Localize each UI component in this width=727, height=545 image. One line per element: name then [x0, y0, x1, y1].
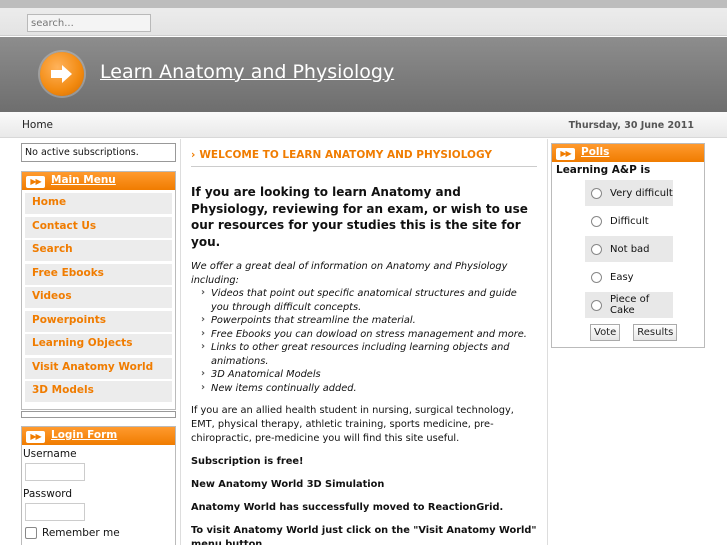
breadcrumb: Home Thursday, 30 June 2011 — [0, 112, 727, 138]
polls-header: ▶▶ Polls — [552, 144, 704, 162]
menu-item-home[interactable]: Home — [25, 193, 172, 214]
main-menu-list: Home Contact Us Search Free Ebooks Video… — [22, 190, 175, 409]
poll-option[interactable]: Difficult — [585, 208, 673, 234]
poll-option-label: Very difficult — [610, 187, 673, 199]
radio-button[interactable] — [591, 299, 602, 311]
remember-me-label: Remember me — [42, 527, 120, 539]
main-menu-header: ▶▶ Main Menu — [22, 172, 175, 190]
login-form-module: ▶▶ Login Form Username Password Remember … — [21, 426, 176, 545]
poll-option[interactable]: Easy — [585, 264, 673, 290]
site-title-link[interactable]: Learn Anatomy and Physiology — [100, 61, 394, 83]
list-item: Videos that point out specific anatomica… — [201, 286, 537, 314]
site-header: Learn Anatomy and Physiology — [0, 37, 727, 112]
feature-list: Videos that point out specific anatomica… — [201, 286, 537, 396]
menu-item-search[interactable]: Search — [25, 240, 172, 261]
offer-text: We offer a great deal of information on … — [191, 261, 508, 286]
username-label: Username — [23, 448, 77, 460]
subscription-note: Subscription is free! — [191, 456, 304, 467]
double-chevron-icon: ▶▶ — [26, 176, 45, 188]
main-content: › WELCOME TO LEARN ANATOMY AND PHYSIOLOGY… — [180, 139, 548, 545]
radio-button[interactable] — [591, 243, 602, 255]
password-field[interactable] — [25, 503, 85, 521]
chevron-right-icon: › — [191, 149, 196, 161]
poll-option-label: Piece of Cake — [610, 294, 650, 316]
radio-button[interactable] — [591, 271, 602, 283]
moved-note: Anatomy World has successfully moved to … — [191, 502, 504, 513]
poll-actions: Vote Results — [590, 324, 704, 341]
menu-item-videos[interactable]: Videos — [25, 287, 172, 308]
poll-option-label: Not bad — [610, 243, 650, 255]
poll-question: Learning A&P is — [556, 164, 651, 176]
arrow-right-icon — [51, 65, 72, 83]
poll-option[interactable]: Piece of Cake — [585, 292, 673, 318]
poll-option-label: Difficult — [610, 215, 649, 227]
top-search-bar — [0, 0, 727, 36]
password-label: Password — [23, 488, 73, 500]
polls-module: ▶▶ Polls Learning A&P is Very difficult D… — [551, 143, 705, 348]
login-form-header: ▶▶ Login Form — [22, 427, 175, 445]
radio-button[interactable] — [591, 215, 602, 227]
content-title: › WELCOME TO LEARN ANATOMY AND PHYSIOLOGY — [191, 149, 537, 167]
module-divider — [21, 411, 176, 418]
results-button[interactable]: Results — [633, 324, 678, 341]
double-chevron-icon: ▶▶ — [26, 431, 45, 443]
main-menu-title[interactable]: Main Menu — [51, 174, 116, 186]
audience-paragraph: If you are an allied health student in n… — [191, 405, 514, 444]
menu-item-learning-objects[interactable]: Learning Objects — [25, 334, 172, 355]
double-chevron-icon: ▶▶ — [556, 148, 575, 160]
left-column: No active subscriptions. ▶▶ Main Menu Hom… — [21, 143, 176, 545]
polls-title[interactable]: Polls — [581, 146, 609, 158]
simulation-heading: New Anatomy World 3D Simulation — [191, 479, 385, 490]
radio-button[interactable] — [591, 187, 602, 199]
menu-item-visit-anatomy-world[interactable]: Visit Anatomy World — [25, 357, 172, 379]
menu-item-contact-us[interactable]: Contact Us — [25, 216, 172, 238]
vote-button[interactable]: Vote — [590, 324, 621, 341]
poll-option[interactable]: Not bad — [585, 236, 673, 262]
subscriptions-status: No active subscriptions. — [21, 143, 176, 162]
list-item: Free Ebooks you can dowload on stress ma… — [201, 327, 537, 342]
list-item: Powerpoints that streamline the material… — [201, 313, 537, 328]
username-field[interactable] — [25, 463, 85, 481]
poll-option-label: Easy — [610, 271, 634, 283]
content-title-text: WELCOME TO LEARN ANATOMY AND PHYSIOLOGY — [199, 149, 492, 161]
main-menu-module: ▶▶ Main Menu Home Contact Us Search Free … — [21, 171, 176, 410]
orange-arrow-circle-icon[interactable] — [40, 52, 84, 96]
menu-item-free-ebooks[interactable]: Free Ebooks — [25, 263, 172, 285]
breadcrumb-home: Home — [22, 119, 54, 131]
menu-item-3d-models[interactable]: 3D Models — [25, 381, 172, 402]
list-item: Links to other great resources including… — [201, 340, 537, 368]
current-date: Thursday, 30 June 2011 — [568, 120, 694, 131]
list-item: 3D Anatomical Models — [201, 367, 537, 382]
search-input[interactable] — [27, 14, 151, 32]
list-item: New items continually added. — [201, 381, 537, 396]
login-form-title[interactable]: Login Form — [51, 429, 117, 441]
menu-item-powerpoints[interactable]: Powerpoints — [25, 310, 172, 332]
remember-me-checkbox[interactable] — [25, 527, 37, 539]
intro-text: If you are looking to learn Anatomy and … — [191, 185, 528, 249]
remember-me-row: Remember me — [22, 525, 175, 541]
poll-option[interactable]: Very difficult — [585, 180, 673, 206]
visit-instruction: To visit Anatomy World just click on the… — [191, 525, 537, 545]
